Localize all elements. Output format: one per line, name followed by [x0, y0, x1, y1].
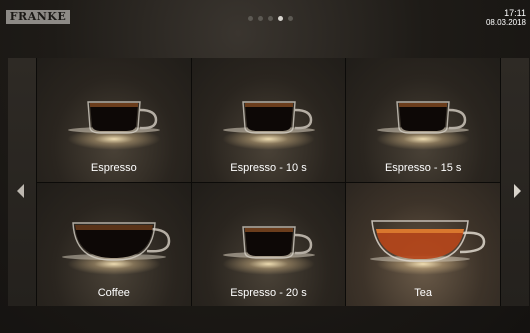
product-tile-espresso-20s[interactable]: Espresso - 20 s [191, 182, 346, 306]
product-tile-espresso-10s[interactable]: Espresso - 10 s [191, 58, 346, 182]
product-label: Tea [414, 286, 433, 299]
previous-page-tile[interactable] [8, 58, 37, 306]
espresso-cup-icon [68, 101, 160, 134]
page-dot[interactable] [258, 16, 263, 21]
brand-logo: FRANKE [6, 10, 70, 24]
clock-time: 17:11 [504, 8, 526, 18]
chevron-right-icon[interactable] [514, 184, 521, 198]
clock: 17:11 08.03.2018 [486, 8, 526, 28]
page-dot[interactable] [288, 16, 293, 21]
espresso-cup-icon [222, 225, 315, 259]
page-indicator [248, 16, 293, 22]
tea-cup-icon [370, 219, 486, 262]
product-tile-coffee[interactable]: Coffee [37, 182, 191, 306]
coffee-cup-icon [62, 221, 171, 261]
product-label: Espresso - 15 s [384, 162, 462, 174]
espresso-cup-icon [377, 101, 470, 134]
espresso-cup-icon [222, 101, 315, 134]
page-dot-active[interactable] [278, 16, 283, 21]
product-tile-espresso-15s[interactable]: Espresso - 15 s [346, 58, 500, 182]
product-label: Espresso - 20 s [230, 286, 307, 299]
product-label: Coffee [97, 286, 130, 299]
product-grid: Espresso Espresso - 10 s Espresso - 15 s [37, 58, 500, 306]
page-dot[interactable] [248, 16, 253, 21]
chevron-left-icon[interactable] [17, 184, 24, 198]
page-dot[interactable] [268, 16, 273, 21]
product-tile-espresso[interactable]: Espresso [37, 58, 191, 182]
next-page-tile[interactable] [500, 58, 529, 306]
clock-date: 08.03.2018 [485, 18, 526, 27]
product-label: Espresso - 10 s [230, 162, 307, 174]
product-label: Espresso [90, 162, 137, 174]
product-tile-tea[interactable]: Tea [346, 182, 500, 306]
